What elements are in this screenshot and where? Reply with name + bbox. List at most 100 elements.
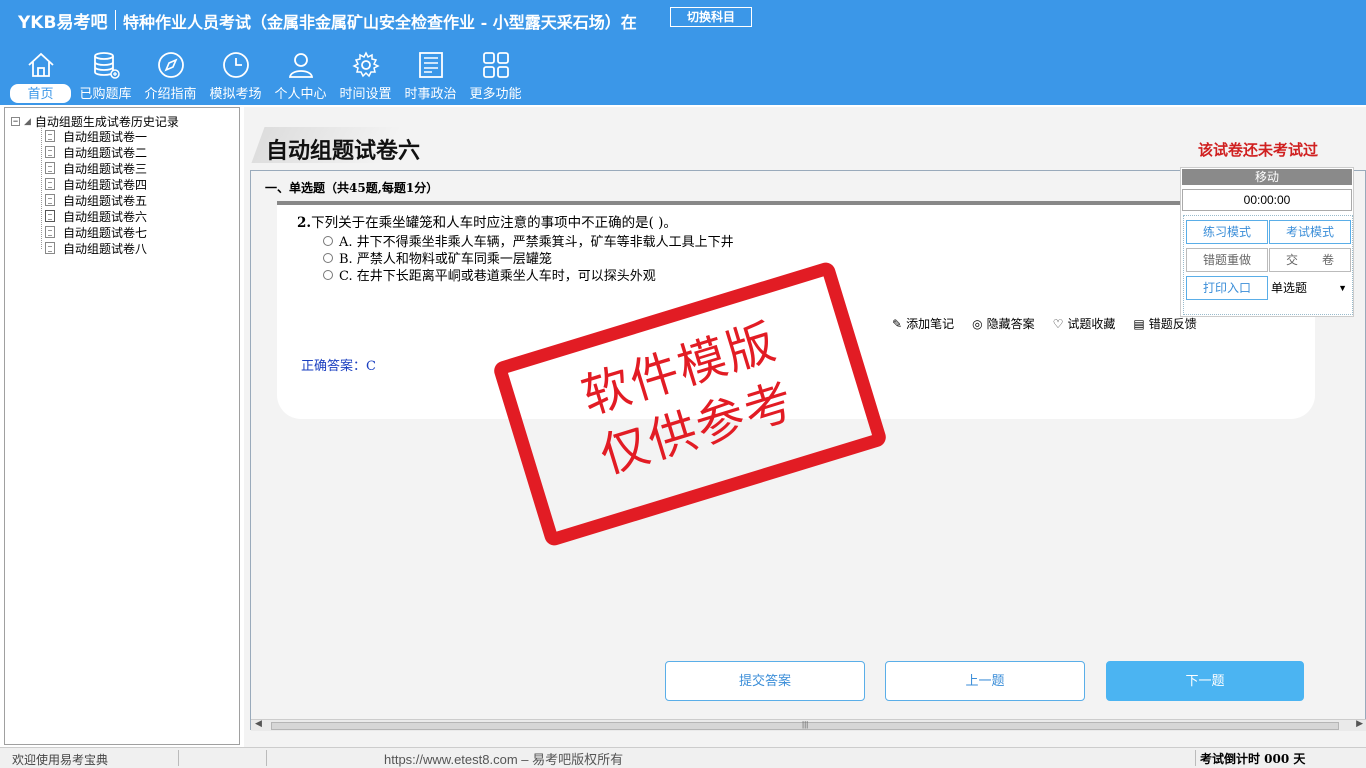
nav-guide[interactable]: 介绍指南 [138, 48, 203, 105]
feedback-icon: ▤ [1133, 316, 1145, 331]
tree-connector [41, 126, 42, 249]
countdown-text: 考试倒计时 000 天 [1200, 752, 1306, 766]
document-icon [45, 178, 55, 190]
paper-title: 自动组题试卷六 [266, 138, 421, 164]
nav-time-settings[interactable]: 时间设置 [333, 48, 398, 105]
tree-item-selected[interactable]: 自动组题试卷六 [45, 208, 147, 224]
tree-item[interactable]: 自动组题试卷五 [45, 192, 147, 208]
hand-in-button[interactable]: 交 卷 [1269, 248, 1351, 272]
brand-logo: YKB易考吧 [18, 13, 108, 33]
welcome-text: 欢迎使用易考宝典 [12, 753, 109, 767]
grip-icon: ||| [802, 720, 809, 729]
database-icon [93, 52, 120, 79]
tree-item-label: 自动组题试卷一 [63, 129, 148, 144]
chevron-down-icon: ▼ [1338, 283, 1347, 293]
select-value: 单选题 [1271, 281, 1308, 295]
move-handle[interactable]: 移动 [1182, 169, 1352, 185]
tree-item[interactable]: 自动组题试卷二 [45, 144, 147, 160]
next-question-button[interactable]: 下一题 [1106, 661, 1304, 701]
add-note-button[interactable]: ✎ 添加笔记 [892, 315, 954, 332]
nav-home[interactable]: 首页 [8, 48, 73, 105]
status-divider [266, 750, 267, 766]
question-tools: ✎ 添加笔记 ◎ 隐藏答案 ♡ 试题收藏 ▤ 错题反馈 [892, 315, 1197, 332]
tree-item[interactable]: 自动组题试卷一 [45, 128, 147, 144]
nav-label: 首页 [10, 84, 71, 103]
scroll-right-icon[interactable]: ▶ [1356, 718, 1363, 729]
tree-item[interactable]: 自动组题试卷七 [45, 224, 147, 240]
document-search-icon [45, 210, 55, 222]
question-text: 2.下列关于在乘坐罐笼和人车时应注意的事项中不正确的是( )。 [297, 211, 677, 231]
history-tree: − ◢ 自动组题生成试卷历史记录 自动组题试卷一 自动组题试卷二 自动组题试卷三… [4, 107, 240, 745]
question-type-select[interactable]: 单选题 ▼ [1269, 276, 1353, 300]
grid-icon [482, 52, 509, 78]
radio-button[interactable] [323, 252, 333, 263]
scroll-left-icon[interactable]: ◀ [255, 718, 262, 729]
tool-label: 错题反馈 [1148, 317, 1197, 331]
folder-triangle-icon: ◢ [24, 116, 31, 126]
report-error-button[interactable]: ▤ 错题反馈 [1133, 315, 1196, 332]
section-heading: 一、单选题（共45题,每题1分） [265, 181, 439, 195]
scrollbar-thumb[interactable]: ||| [271, 720, 1339, 730]
title-divider [115, 10, 116, 30]
pencil-icon: ✎ [892, 316, 903, 331]
compass-icon [157, 52, 184, 78]
option-label: C. 在井下长距离平峒或巷道乘坐人车时，可以探头外观 [339, 269, 656, 284]
nav-label: 个人中心 [274, 86, 327, 101]
user-icon [288, 53, 313, 78]
tree-item[interactable]: 自动组题试卷八 [45, 240, 147, 256]
nav-label: 介绍指南 [144, 86, 197, 101]
tree-item[interactable]: 自动组题试卷四 [45, 176, 147, 192]
nav-label: 模拟考场 [209, 86, 262, 101]
document-icon [45, 242, 55, 254]
status-divider [178, 750, 179, 766]
submit-answer-button[interactable]: 提交答案 [665, 661, 865, 701]
eye-slash-icon: ◎ [972, 316, 983, 331]
nav-label: 时间设置 [339, 86, 392, 101]
tree-item-label: 自动组题试卷四 [63, 177, 148, 192]
tree-item-label: 自动组题试卷二 [63, 145, 148, 160]
tool-label: 隐藏答案 [986, 317, 1035, 331]
document-icon [45, 130, 55, 142]
copyright-text: https://www.etest8.com – 易考吧版权所有 [384, 752, 624, 767]
nav-more[interactable]: 更多功能 [463, 48, 528, 105]
document-icon [45, 162, 55, 174]
home-icon [27, 52, 54, 77]
radio-button[interactable] [323, 269, 333, 280]
nav-mock-exam[interactable]: 模拟考场 [203, 48, 268, 105]
favorite-button[interactable]: ♡ 试题收藏 [1053, 315, 1116, 332]
nav-label: 时事政治 [404, 86, 457, 101]
gear-icon [351, 51, 380, 78]
tree-item-label: 自动组题试卷八 [63, 241, 148, 256]
nav-label: 已购题库 [79, 86, 132, 101]
prev-question-button[interactable]: 上一题 [885, 661, 1085, 701]
horizontal-scrollbar[interactable]: ◀ ||| ▶ [251, 718, 1366, 731]
nav-current-affairs[interactable]: 时事政治 [398, 48, 463, 105]
practice-mode-button[interactable]: 练习模式 [1186, 220, 1268, 244]
option-c[interactable]: C. 在井下长距离平峒或巷道乘坐人车时，可以探头外观 [323, 265, 656, 284]
heart-icon: ♡ [1052, 316, 1064, 331]
floating-control-panel: 移动 00:00:00 练习模式 考试模式 错题重做 交 卷 打印入口 单选题 ▼ [1180, 167, 1354, 317]
print-button[interactable]: 打印入口 [1186, 276, 1268, 300]
collapse-icon[interactable]: − [11, 117, 20, 126]
top-bar: YKB易考吧 特种作业人员考试（金属非金属矿山安全检查作业 - 小型露天采石场）… [0, 0, 1366, 105]
newspaper-icon [418, 52, 443, 78]
switch-subject-button[interactable]: 切换科目 [670, 7, 752, 27]
correct-answer: 正确答案：C [301, 359, 376, 374]
document-icon [45, 226, 55, 238]
exam-title: 特种作业人员考试（金属非金属矿山安全检查作业 - 小型露天采石场）在 [123, 13, 637, 32]
tree-item[interactable]: 自动组题试卷三 [45, 160, 147, 176]
tool-label: 试题收藏 [1067, 317, 1116, 331]
radio-button[interactable] [323, 235, 333, 246]
status-divider [1195, 750, 1196, 766]
redo-wrong-button[interactable]: 错题重做 [1186, 248, 1268, 272]
question-number: 2. [297, 215, 312, 231]
nav-personal-center[interactable]: 个人中心 [268, 48, 333, 105]
nav-purchased-bank[interactable]: 已购题库 [73, 48, 138, 105]
exam-mode-button[interactable]: 考试模式 [1269, 220, 1351, 244]
hide-answer-button[interactable]: ◎ 隐藏答案 [972, 315, 1035, 332]
tool-label: 添加笔记 [906, 317, 955, 331]
main-nav: 首页 已购题库 介绍指南 模拟考场 个人中心 时间设置 时事政治 更多功能 [8, 48, 528, 105]
tree-item-label: 自动组题试卷六 [63, 209, 148, 224]
document-icon [45, 194, 55, 206]
question-stem: 下列关于在乘坐罐笼和人车时应注意的事项中不正确的是( )。 [311, 215, 677, 231]
